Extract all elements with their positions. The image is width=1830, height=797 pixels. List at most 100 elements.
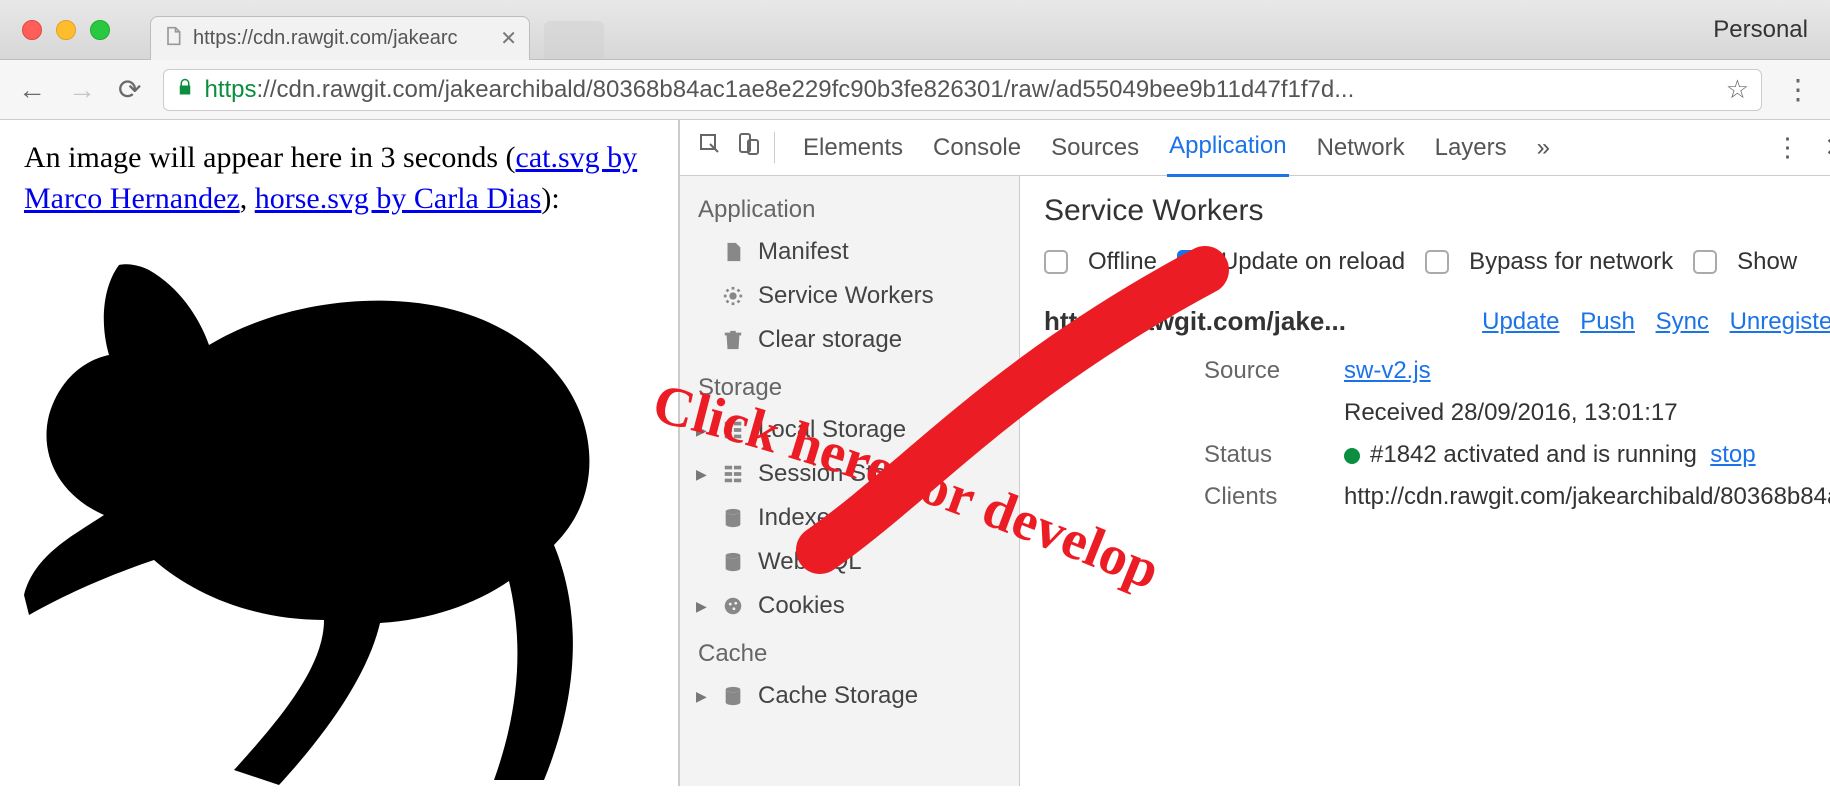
checkbox-update-on-reload[interactable]: ✓ — [1177, 250, 1201, 274]
database-icon — [722, 685, 744, 707]
tab-console[interactable]: Console — [931, 120, 1023, 176]
devtools-menu-icon[interactable]: ⋮ — [1775, 132, 1801, 163]
page-text-before: An image will appear here in 3 seconds ( — [24, 141, 516, 174]
devtools-tool-icons — [698, 132, 775, 163]
sidebar-item-label: IndexedDB — [758, 504, 877, 532]
sw-origin-row: http.....rawgit.com/jake... Update Push … — [1044, 306, 1830, 337]
tab-application[interactable]: Application — [1167, 118, 1288, 177]
link-stop[interactable]: stop — [1710, 441, 1755, 468]
sidebar-section-application: Application — [680, 184, 1019, 230]
database-icon — [722, 551, 744, 573]
tab-network[interactable]: Network — [1315, 120, 1407, 176]
checkbox-update-label: Update on reload — [1221, 248, 1405, 276]
url-scheme: https — [204, 76, 256, 104]
maximize-window-button[interactable] — [90, 20, 110, 40]
sw-actions: Update Push Sync Unregister — [1468, 308, 1830, 336]
bookmark-star-icon[interactable]: ☆ — [1726, 74, 1749, 105]
checkbox-bypass-label: Bypass for network — [1469, 248, 1673, 276]
gear-icon — [722, 285, 744, 307]
address-bar[interactable]: https://cdn.rawgit.com/jakearchibald/803… — [163, 69, 1762, 111]
sidebar-section-cache: Cache — [680, 628, 1019, 674]
horse-image — [24, 225, 654, 797]
tab-layers[interactable]: Layers — [1433, 120, 1509, 176]
browser-toolbar: ← → ⟳ https://cdn.rawgit.com/jakearchiba… — [0, 60, 1830, 120]
action-push[interactable]: Push — [1580, 308, 1635, 335]
device-toggle-icon[interactable] — [736, 132, 760, 163]
inspect-icon[interactable] — [698, 132, 722, 163]
content-area: An image will appear here in 3 seconds (… — [0, 120, 1830, 786]
label-status: Status — [1204, 441, 1324, 469]
status-text: #1842 activated and is running — [1370, 441, 1697, 468]
sidebar-item-indexeddb[interactable]: IndexedDB — [680, 496, 1019, 540]
chevron-right-icon: ▶ — [696, 466, 707, 483]
traffic-lights — [22, 20, 110, 40]
browser-tab-active[interactable]: https://cdn.rawgit.com/jakearc ✕ — [150, 16, 530, 60]
label-clients: Clients — [1204, 483, 1324, 511]
close-window-button[interactable] — [22, 20, 42, 40]
service-workers-pane: Service Workers Offline ✓ Update on relo… — [1020, 176, 1830, 786]
link-source-file[interactable]: sw-v2.js — [1344, 357, 1431, 384]
sidebar-item-cache-storage[interactable]: ▶ Cache Storage — [680, 674, 1019, 718]
chevron-right-icon: ▶ — [696, 598, 707, 615]
forward-button[interactable]: → — [68, 74, 96, 106]
status-value: #1842 activated and is running stop — [1344, 441, 1830, 469]
chevron-right-icon: ▶ — [696, 422, 707, 439]
action-sync[interactable]: Sync — [1656, 308, 1709, 335]
devtools-panel: Elements Console Sources Application Net… — [680, 120, 1830, 786]
sidebar-item-clear-storage[interactable]: Clear storage — [680, 318, 1019, 362]
sidebar-item-label: Local Storage — [758, 416, 906, 444]
sidebar-item-label: Cache Storage — [758, 682, 918, 710]
tab-close-icon[interactable]: ✕ — [500, 26, 517, 51]
chevron-right-icon: ▶ — [696, 688, 707, 705]
sidebar-section-storage: Storage — [680, 362, 1019, 408]
page-text-after: ): — [541, 182, 559, 215]
new-tab-button[interactable] — [544, 21, 604, 59]
checkbox-offline-label: Offline — [1088, 248, 1157, 276]
window-titlebar: https://cdn.rawgit.com/jakearc ✕ Persona… — [0, 0, 1830, 60]
cookie-icon — [722, 595, 744, 617]
sidebar-item-local-storage[interactable]: ▶ Local Storage — [680, 408, 1019, 452]
sidebar-item-session-storage[interactable]: ▶ Session Storage — [680, 452, 1019, 496]
pane-heading: Service Workers — [1044, 194, 1830, 228]
rendered-page: An image will appear here in 3 seconds (… — [0, 120, 680, 786]
trash-icon — [722, 329, 744, 351]
sidebar-item-label: Web SQL — [758, 548, 862, 576]
sidebar-item-label: Manifest — [758, 238, 849, 266]
checkbox-bypass[interactable] — [1425, 250, 1449, 274]
grid-icon — [722, 419, 744, 441]
grid-icon — [722, 463, 744, 485]
sidebar-item-websql[interactable]: Web SQL — [680, 540, 1019, 584]
lock-icon — [176, 78, 194, 102]
sidebar-item-service-workers[interactable]: Service Workers — [680, 274, 1019, 318]
profile-label[interactable]: Personal — [1713, 16, 1808, 44]
tab-overflow-icon[interactable]: » — [1535, 120, 1552, 176]
sidebar-item-manifest[interactable]: Manifest — [680, 230, 1019, 274]
checkbox-show[interactable] — [1693, 250, 1717, 274]
browser-menu-icon[interactable]: ⋮ — [1784, 73, 1812, 106]
sidebar-item-cookies[interactable]: ▶ Cookies — [680, 584, 1019, 628]
sidebar-item-label: Cookies — [758, 592, 845, 620]
devtools-close-icon[interactable]: ✕ — [1825, 132, 1830, 163]
back-button[interactable]: ← — [18, 74, 46, 106]
sw-origin-text: http.....rawgit.com/jake... — [1044, 306, 1346, 337]
database-icon — [722, 507, 744, 529]
link-horse-svg[interactable]: horse.svg by Carla Dias — [255, 182, 542, 215]
received-text: Received 28/09/2016, 13:01:17 — [1344, 399, 1830, 427]
minimize-window-button[interactable] — [56, 20, 76, 40]
url-path: ://cdn.rawgit.com/jakearchibald/80368b84… — [257, 76, 1355, 104]
sidebar-item-label: Session Storage — [758, 460, 934, 488]
clients-text: http://cdn.rawgit.com/jakearchibald/8036… — [1344, 483, 1830, 511]
sw-details-grid: Source sw-v2.js Received 28/09/2016, 13:… — [1204, 357, 1830, 511]
checkbox-show-label: Show — [1737, 248, 1797, 276]
reload-button[interactable]: ⟳ — [118, 73, 141, 106]
tab-elements[interactable]: Elements — [801, 120, 905, 176]
devtools-body: Application Manifest Service Workers Cle… — [680, 176, 1830, 786]
devtools-tabstrip: Elements Console Sources Application Net… — [680, 120, 1830, 176]
tab-sources[interactable]: Sources — [1049, 120, 1141, 176]
action-unregister[interactable]: Unregister — [1730, 308, 1830, 335]
page-text: An image will appear here in 3 seconds (… — [24, 138, 654, 219]
application-sidebar: Application Manifest Service Workers Cle… — [680, 176, 1020, 786]
checkbox-offline[interactable] — [1044, 250, 1068, 274]
action-update[interactable]: Update — [1482, 308, 1559, 335]
sidebar-item-label: Service Workers — [758, 282, 934, 310]
